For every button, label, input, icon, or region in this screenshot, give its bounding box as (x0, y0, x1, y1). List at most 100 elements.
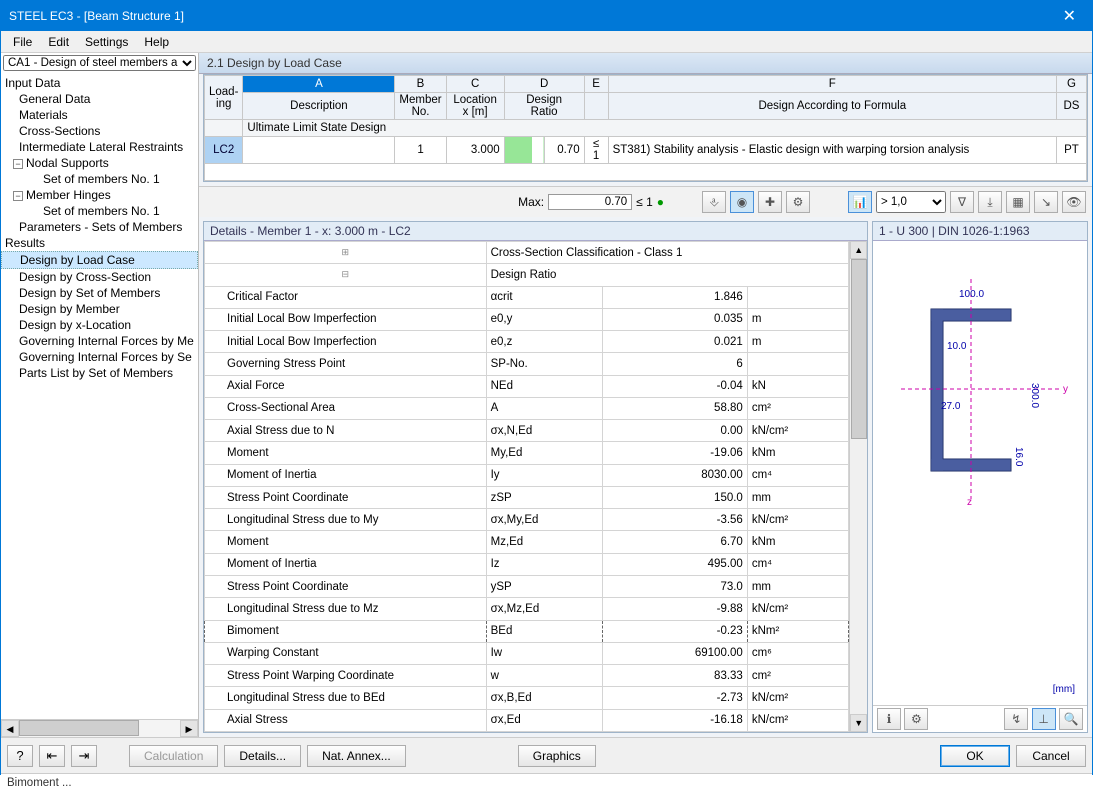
section-title: 2.1 Design by Load Case (199, 53, 1092, 74)
results-grid[interactable]: Load- ing A B C D E F G Description Memb… (203, 74, 1088, 182)
cell-lc[interactable]: LC2 (205, 137, 243, 164)
nat-annex-button[interactable]: Nat. Annex... (307, 745, 406, 767)
tree-nodal-supports[interactable]: −Nodal Supports (1, 155, 198, 171)
status-bar: Bimoment ... (1, 773, 1092, 792)
details-table[interactable]: ⊞Cross-Section Classification - Class 1 … (204, 241, 849, 732)
check-ok-icon: ● (657, 195, 664, 209)
tree-design-cross-section[interactable]: Design by Cross-Section (1, 269, 198, 285)
details-row[interactable]: Moment of InertiaIz495.00cm⁴ (205, 553, 849, 575)
details-row[interactable]: Longitudinal Stress due to Mzσx,Mz,Ed-9.… (205, 598, 849, 620)
scroll-down-icon[interactable]: ▼ (850, 714, 867, 732)
details-row[interactable]: Cross-Sectional AreaA58.80cm² (205, 397, 849, 419)
details-row[interactable]: MomentMz,Ed6.70kNm (205, 531, 849, 553)
help-icon[interactable]: ? (7, 745, 33, 767)
tree-design-load-case[interactable]: Design by Load Case (1, 251, 198, 269)
calculation-button[interactable]: Calculation (129, 745, 218, 767)
tool-selection-icon[interactable]: ⎀ (702, 191, 726, 213)
tree-params[interactable]: Parameters - Sets of Members (1, 219, 198, 235)
module-select[interactable]: CA1 - Design of steel members a (3, 55, 196, 71)
ratio-filter-select[interactable]: > 1,0 (876, 191, 946, 213)
details-row[interactable]: Critical Factorαcrit1.846 (205, 286, 849, 308)
collapse-icon[interactable]: − (13, 159, 23, 169)
axis-z-label: z (967, 497, 972, 508)
unit-label: [mm] (1053, 684, 1075, 695)
tree-member-hinges[interactable]: −Member Hinges (1, 187, 198, 203)
cs-dim-icon[interactable]: ⊥ (1032, 708, 1056, 730)
cs-title: 1 - U 300 | DIN 1026-1:1963 (873, 222, 1087, 241)
cs-info-icon[interactable]: ℹ (877, 708, 901, 730)
axis-y-label: y (1063, 384, 1068, 395)
details-row[interactable]: Stress Point Warping Coordinatew83.33cm² (205, 665, 849, 687)
details-row[interactable]: Axial ForceNEd-0.04kN (205, 375, 849, 397)
cs-props-icon[interactable]: ⚙ (904, 708, 928, 730)
details-row[interactable]: Stress Point CoordinateySP73.0mm (205, 575, 849, 597)
close-icon[interactable]: ✕ (1055, 6, 1084, 26)
scroll-left-icon[interactable]: ◀ (1, 720, 19, 737)
menu-edit[interactable]: Edit (40, 33, 77, 51)
details-button[interactable]: Details... (224, 745, 301, 767)
max-label: Max: (518, 195, 544, 209)
details-row[interactable]: BimomentBEd-0.23kNm² (205, 620, 849, 642)
tree-materials[interactable]: Materials (1, 107, 198, 123)
tree-cross-sections[interactable]: Cross-Sections (1, 123, 198, 139)
cancel-button[interactable]: Cancel (1016, 745, 1086, 767)
details-row[interactable]: MomentMy,Ed-19.06kNm (205, 442, 849, 464)
tool-view-icon[interactable]: ◉ (730, 191, 754, 213)
details-row[interactable]: Axial Stress due to Nσx,N,Ed0.00kN/cm² (205, 420, 849, 442)
tree-hinges-set1[interactable]: Set of members No. 1 (1, 203, 198, 219)
expand-icon[interactable]: ⊞ (205, 242, 487, 264)
details-row[interactable]: Governing Stress PointSP-No.6 (205, 353, 849, 375)
details-row[interactable]: Initial Local Bow Imperfectione0,y0.035m (205, 308, 849, 330)
menu-file[interactable]: File (5, 33, 40, 51)
ratio-bar (504, 137, 544, 164)
tool-export-icon[interactable]: ⤓ (978, 191, 1002, 213)
details-row[interactable]: Stress Point CoordinatezSP150.0mm (205, 486, 849, 508)
tree-input-data[interactable]: Input Data (1, 75, 198, 91)
tool-goto-icon[interactable]: ↘ (1034, 191, 1058, 213)
col-loading: Load- ing (205, 76, 243, 120)
tool-filter2-icon[interactable]: ∇ (950, 191, 974, 213)
nav-tree: Input Data General Data Materials Cross-… (1, 73, 198, 719)
tool-eye-icon[interactable]: 👁 (1062, 191, 1086, 213)
menu-settings[interactable]: Settings (77, 33, 136, 51)
tree-nodal-set1[interactable]: Set of members No. 1 (1, 171, 198, 187)
details-row[interactable]: Longitudinal Stress due to BEdσx,B,Ed-2.… (205, 687, 849, 709)
tool-excel-icon[interactable]: ▦ (1006, 191, 1030, 213)
result-row[interactable]: LC2 1 3.000 0.70 ≤ 1 ST381) Stability an… (205, 137, 1087, 164)
cs-zoom-icon[interactable]: 🔍 (1059, 708, 1083, 730)
details-row[interactable]: Longitudinal Stress due to Myσx,My,Ed-3.… (205, 509, 849, 531)
details-row[interactable]: Moment of InertiaIy8030.00cm⁴ (205, 464, 849, 486)
tree-general-data[interactable]: General Data (1, 91, 198, 107)
tree-results[interactable]: Results (1, 235, 198, 251)
tool-chart-icon[interactable]: 📊 (848, 191, 872, 213)
scroll-right-icon[interactable]: ▶ (180, 720, 198, 737)
tool-filter-icon[interactable]: ⚙ (786, 191, 810, 213)
details-row[interactable]: Axial Stressσx,Ed-16.18kN/cm² (205, 709, 849, 731)
tree-gov-forces-me[interactable]: Governing Internal Forces by Me (1, 333, 198, 349)
ok-button[interactable]: OK (940, 745, 1010, 767)
details-vscroll[interactable]: ▲ ▼ (849, 241, 867, 732)
group-uls: Ultimate Limit State Design (243, 120, 1087, 137)
next-icon[interactable]: ⇥ (71, 745, 97, 767)
tree-hscroll[interactable]: ◀ ▶ (1, 719, 198, 737)
cs-axes-icon[interactable]: ↯ (1004, 708, 1028, 730)
tree-gov-forces-se[interactable]: Governing Internal Forces by Se (1, 349, 198, 365)
details-header: Details - Member 1 - x: 3.000 m - LC2 (204, 222, 867, 241)
tree-parts-list[interactable]: Parts List by Set of Members (1, 365, 198, 381)
tree-design-set-members[interactable]: Design by Set of Members (1, 285, 198, 301)
collapse-icon[interactable]: − (13, 191, 23, 201)
prev-icon[interactable]: ⇤ (39, 745, 65, 767)
tool-plus-icon[interactable]: ✚ (758, 191, 782, 213)
graphics-button[interactable]: Graphics (518, 745, 596, 767)
tree-design-x-location[interactable]: Design by x-Location (1, 317, 198, 333)
tree-design-member[interactable]: Design by Member (1, 301, 198, 317)
menu-help[interactable]: Help (136, 33, 177, 51)
max-value-input[interactable] (548, 194, 632, 210)
details-row[interactable]: Warping ConstantIw69100.00cm⁶ (205, 642, 849, 664)
collapse-icon[interactable]: ⊟ (205, 264, 487, 286)
scroll-thumb[interactable] (19, 720, 139, 736)
tree-ilr[interactable]: Intermediate Lateral Restraints (1, 139, 198, 155)
scroll-thumb[interactable] (851, 259, 867, 439)
details-row[interactable]: Initial Local Bow Imperfectione0,z0.021m (205, 331, 849, 353)
scroll-up-icon[interactable]: ▲ (850, 241, 867, 259)
